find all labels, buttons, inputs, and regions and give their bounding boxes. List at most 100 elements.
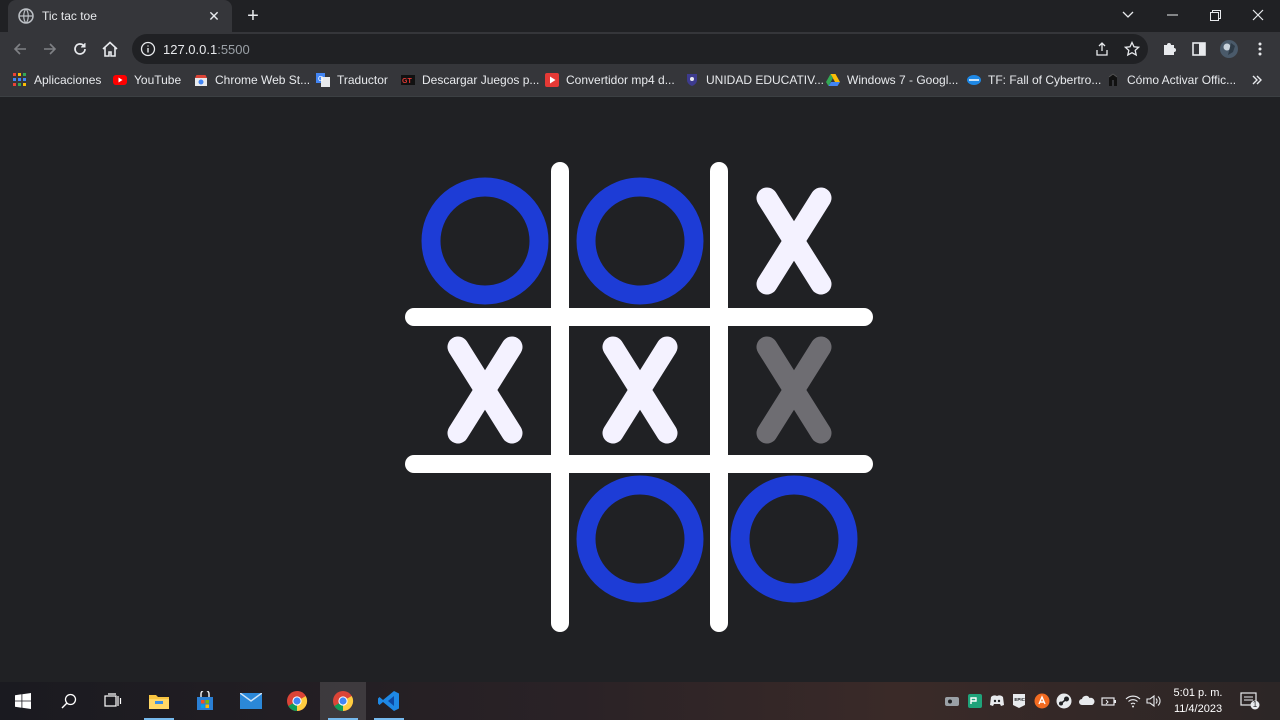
taskbar: EPIC 5:01 p. m. 11/4/2023 1 <box>0 682 1280 720</box>
board-cell-6[interactable] <box>722 320 866 460</box>
volume-icon[interactable] <box>1146 693 1162 709</box>
close-window-button[interactable] <box>1236 0 1280 30</box>
address-bar[interactable]: 127.0.0.1:5500 <box>132 34 1148 64</box>
globe-icon <box>18 8 34 24</box>
vscode-taskbar-button[interactable] <box>366 682 412 720</box>
bookmark-label: Convertidor mp4 d... <box>566 73 675 87</box>
bookmark-chrome-web-store[interactable]: Chrome Web St... <box>194 71 310 89</box>
chevron-down-icon <box>1122 11 1134 18</box>
microsoft-store-button[interactable] <box>182 682 228 720</box>
arrow-left-icon <box>13 43 26 55</box>
share-icon[interactable] <box>1094 41 1110 57</box>
more-bookmarks-button[interactable] <box>1252 71 1262 89</box>
reload-button[interactable] <box>68 37 92 61</box>
task-view-icon <box>104 693 122 707</box>
bookmark-label: Aplicaciones <box>34 73 102 87</box>
board-cells <box>413 171 866 609</box>
reload-icon <box>74 43 86 55</box>
bookmark-apps[interactable]: Aplicaciones <box>13 71 101 89</box>
board-cell-8[interactable] <box>568 469 712 609</box>
discord-icon[interactable] <box>989 693 1005 709</box>
gt-icon: GT <box>401 75 415 85</box>
onedrive-icon[interactable] <box>1079 693 1095 709</box>
board-cell-7[interactable] <box>413 469 557 609</box>
bookmark-star-icon[interactable] <box>1124 41 1140 57</box>
double-chevron-right-icon <box>1252 75 1262 85</box>
home-button[interactable] <box>98 37 122 61</box>
school-crest-icon <box>687 74 697 86</box>
url-host: 127.0.0.1 <box>163 42 218 57</box>
board-cell-3[interactable] <box>722 171 866 311</box>
avast-icon[interactable] <box>1034 693 1050 709</box>
bookmark-tf-cybertron[interactable]: TF: Fall of Cybertro... <box>967 71 1101 89</box>
browser-window: Tic tac toe ✕ + 127.0.0.1:5500 Aplicacio… <box>0 0 1280 96</box>
taskbar-search-button[interactable] <box>46 682 92 720</box>
page-content <box>0 96 1280 682</box>
bookmark-label: TF: Fall of Cybertro... <box>988 73 1102 87</box>
close-tab-icon[interactable]: ✕ <box>206 8 222 24</box>
chrome-web-store-icon <box>195 75 207 86</box>
board-cell-2[interactable] <box>568 171 712 311</box>
restore-button[interactable] <box>1193 0 1237 30</box>
bookmark-activar-office[interactable]: Cómo Activar Offic... <box>1106 71 1236 89</box>
bookmark-convertidor[interactable]: Convertidor mp4 d... <box>545 71 675 89</box>
menu-button[interactable] <box>1250 39 1270 59</box>
youtube-icon <box>113 75 127 85</box>
office-icon <box>1108 73 1118 86</box>
chrome-taskbar-button[interactable] <box>274 682 320 720</box>
tray-app-icon[interactable] <box>967 693 983 709</box>
bookmark-windows7[interactable]: Windows 7 - Googl... <box>826 71 958 89</box>
close-icon <box>1252 9 1264 21</box>
board-cell-9[interactable] <box>722 469 866 609</box>
search-icon <box>61 693 77 709</box>
side-panel-button[interactable] <box>1189 39 1209 59</box>
apps-grid-icon <box>13 73 26 86</box>
minimize-icon <box>1166 14 1178 16</box>
more-vert-icon <box>1258 42 1262 56</box>
steam-icon[interactable] <box>1056 693 1072 709</box>
forward-button[interactable] <box>38 37 62 61</box>
bookmarks-bar: Aplicaciones YouTube Chrome Web St... G … <box>0 66 1280 94</box>
bookmark-label: Chrome Web St... <box>215 73 311 87</box>
google-drive-icon <box>826 74 840 86</box>
svg-text:G: G <box>318 76 323 83</box>
task-view-button[interactable] <box>90 682 136 720</box>
url-port: :5500 <box>217 42 250 57</box>
clock-date: 11/4/2023 <box>1173 703 1223 715</box>
new-tab-button[interactable]: + <box>242 5 264 27</box>
notification-center-button[interactable]: 1 <box>1240 692 1260 710</box>
windows-start-icon <box>15 693 31 709</box>
home-icon <box>102 41 118 57</box>
url-text[interactable]: 127.0.0.1:5500 <box>163 42 250 57</box>
extensions-button[interactable] <box>1159 39 1179 59</box>
bookmark-unidad-educativa[interactable]: UNIDAD EDUCATIV... <box>685 71 824 89</box>
chrome-icon <box>333 691 354 712</box>
clock-time: 5:01 p. m. <box>1173 687 1223 699</box>
minimize-button[interactable] <box>1150 0 1194 30</box>
start-button[interactable] <box>0 682 46 720</box>
tab-tic-tac-toe[interactable]: Tic tac toe ✕ <box>8 0 232 32</box>
file-explorer-button[interactable] <box>136 682 182 720</box>
epic-games-icon[interactable]: EPIC <box>1011 693 1027 709</box>
board-cell-4[interactable] <box>413 320 557 460</box>
avatar <box>1220 40 1238 58</box>
bookmark-label: YouTube <box>134 73 182 87</box>
browser-toolbar: 127.0.0.1:5500 <box>0 32 1280 66</box>
tab-search-button[interactable] <box>1106 0 1150 30</box>
bookmark-descargar-juegos[interactable]: GT Descargar Juegos p... <box>401 71 539 89</box>
tray-app-icon[interactable] <box>944 693 960 709</box>
chrome-icon <box>287 690 308 712</box>
board-cell-1[interactable] <box>413 171 557 311</box>
system-clock[interactable]: 5:01 p. m. 11/4/2023 <box>1166 685 1230 717</box>
info-icon[interactable] <box>140 41 156 57</box>
mail-button[interactable] <box>228 682 274 720</box>
chrome-active-taskbar-button[interactable] <box>320 682 366 720</box>
back-button[interactable] <box>8 37 32 61</box>
battery-icon[interactable] <box>1101 693 1117 709</box>
bookmark-label: Descargar Juegos p... <box>422 73 540 87</box>
wifi-icon[interactable] <box>1125 693 1141 709</box>
bookmark-youtube[interactable]: YouTube <box>113 71 181 89</box>
bookmark-traductor[interactable]: G Traductor <box>316 71 388 89</box>
board-cell-5[interactable] <box>568 320 712 460</box>
profile-button[interactable] <box>1219 39 1239 59</box>
